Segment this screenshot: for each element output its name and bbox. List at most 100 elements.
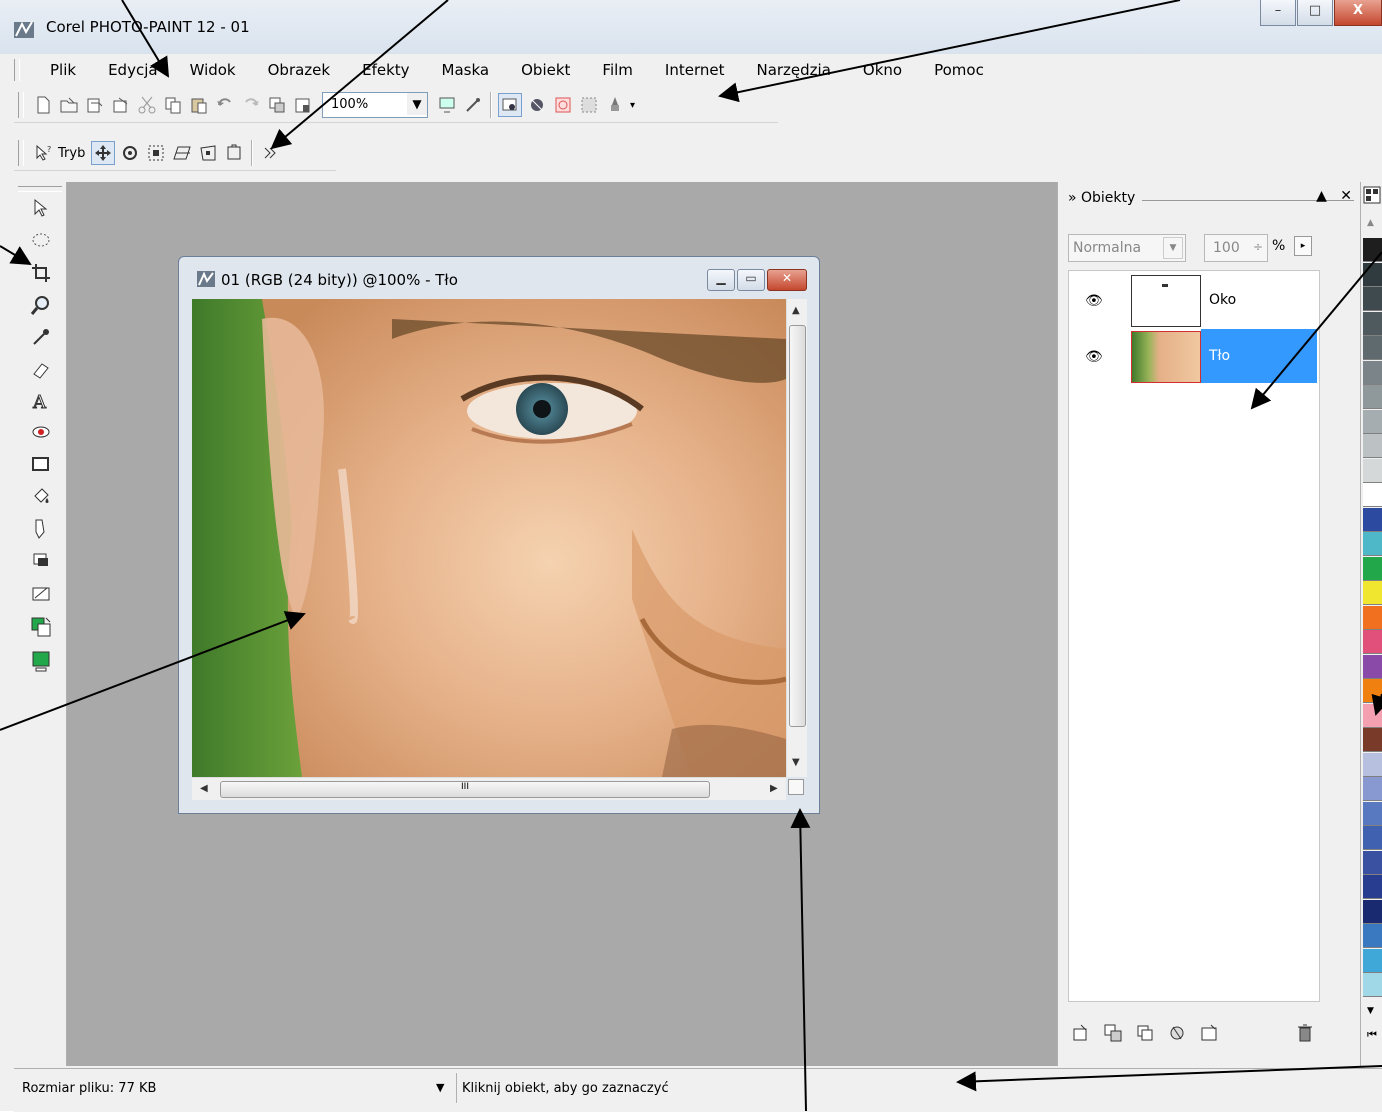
rotate-mode-icon[interactable] bbox=[119, 142, 141, 164]
color-swatch[interactable] bbox=[1363, 948, 1382, 973]
color-swatch[interactable] bbox=[1363, 336, 1382, 360]
new-object-icon[interactable] bbox=[1070, 1022, 1092, 1044]
color-swatch[interactable] bbox=[1363, 605, 1382, 630]
horizontal-scrollbar[interactable]: ◀ III ▶ bbox=[192, 777, 786, 800]
effect-tool-icon[interactable] bbox=[28, 548, 54, 574]
color-swatch[interactable] bbox=[1363, 238, 1382, 262]
chevron-down-icon[interactable]: ▼ bbox=[1163, 237, 1183, 259]
menu-narzedzia[interactable]: Narzędzia bbox=[740, 56, 846, 84]
opacity-flyout-button[interactable]: ▸ bbox=[1294, 236, 1312, 256]
skew-mode-icon[interactable] bbox=[171, 142, 193, 164]
mask-overlay-icon[interactable] bbox=[526, 94, 548, 116]
doc-maximize-button[interactable]: ▭ bbox=[737, 269, 765, 291]
palette-options-icon[interactable] bbox=[1363, 186, 1381, 204]
color-swatch[interactable] bbox=[1363, 752, 1382, 777]
menu-plik[interactable]: Plik bbox=[34, 56, 92, 84]
menu-pomoc[interactable]: Pomoc bbox=[918, 56, 1000, 84]
red-eye-tool-icon[interactable] bbox=[28, 420, 54, 446]
image-canvas[interactable] bbox=[192, 299, 786, 777]
menubar-grip[interactable] bbox=[14, 59, 20, 81]
blend-mode-select[interactable]: Normalna ▼ bbox=[1068, 234, 1186, 262]
maximize-button[interactable]: □ bbox=[1297, 0, 1333, 26]
fill-tool-icon[interactable] bbox=[28, 484, 54, 510]
navigator-button[interactable] bbox=[788, 779, 804, 795]
copy-to-file-icon[interactable] bbox=[266, 94, 288, 116]
paste-icon[interactable] bbox=[188, 94, 210, 116]
color-swatch[interactable] bbox=[1363, 679, 1382, 703]
menu-widok[interactable]: Widok bbox=[174, 56, 252, 84]
rectangle-tool-icon[interactable] bbox=[28, 452, 54, 478]
pick-help-icon[interactable]: ? bbox=[32, 142, 54, 164]
eyedropper-tool-icon[interactable] bbox=[28, 324, 54, 350]
move-mode-icon[interactable] bbox=[91, 141, 116, 165]
full-screen-preview-icon[interactable] bbox=[436, 94, 458, 116]
vertical-scroll-thumb[interactable] bbox=[789, 325, 806, 727]
import-icon[interactable] bbox=[84, 94, 106, 116]
document-window[interactable]: 01 (RGB (24 bity)) @100% - Tło ▁ ▭ ✕ ▲ ▼… bbox=[178, 256, 820, 814]
mask-visible-icon[interactable] bbox=[552, 94, 574, 116]
paint-tool-icon[interactable] bbox=[28, 516, 54, 542]
new-document-icon[interactable] bbox=[32, 94, 54, 116]
vertical-scrollbar[interactable]: ▲ ▼ bbox=[786, 299, 807, 777]
color-swatch[interactable] bbox=[1363, 311, 1382, 336]
toolbar-grip[interactable] bbox=[18, 92, 24, 118]
color-swatch[interactable] bbox=[1363, 262, 1382, 287]
scale-mode-icon[interactable] bbox=[145, 142, 167, 164]
menu-edycja[interactable]: Edycja bbox=[92, 56, 173, 84]
menu-obiekt[interactable]: Obiekt bbox=[505, 56, 586, 84]
color-swatch[interactable] bbox=[1363, 850, 1382, 875]
close-icon[interactable]: ✕ bbox=[1340, 188, 1352, 204]
eye-icon[interactable]: 👁 bbox=[1085, 349, 1103, 365]
color-swatch[interactable] bbox=[1363, 630, 1382, 654]
paste-as-document-icon[interactable] bbox=[292, 94, 314, 116]
eye-icon[interactable]: 👁 bbox=[1085, 293, 1103, 309]
color-swatch[interactable] bbox=[1363, 556, 1382, 581]
crop-tool-icon[interactable] bbox=[28, 260, 54, 286]
color-swatch[interactable] bbox=[1363, 875, 1382, 899]
minimize-button[interactable]: – bbox=[1260, 0, 1296, 26]
object-marquee-icon[interactable] bbox=[498, 93, 522, 117]
color-swatch[interactable] bbox=[1363, 287, 1382, 311]
color-swap-icon[interactable] bbox=[28, 614, 54, 640]
opacity-input[interactable]: 100 ÷ bbox=[1204, 234, 1268, 262]
menu-okno[interactable]: Okno bbox=[847, 56, 918, 84]
distort-mode-icon[interactable] bbox=[197, 142, 219, 164]
undo-icon[interactable] bbox=[214, 94, 236, 116]
color-swatch[interactable] bbox=[1363, 973, 1382, 997]
perspective-mode-icon[interactable] bbox=[223, 142, 245, 164]
palette-scroll-down-icon[interactable]: ▼ bbox=[1367, 1006, 1374, 1016]
color-swatch[interactable] bbox=[1363, 777, 1382, 801]
combine-icon[interactable] bbox=[1134, 1022, 1156, 1044]
scroll-down-icon[interactable]: ▼ bbox=[792, 757, 800, 768]
doc-close-button[interactable]: ✕ bbox=[767, 269, 807, 291]
scroll-left-icon[interactable]: ◀ bbox=[200, 783, 208, 794]
color-swatch[interactable] bbox=[1363, 483, 1382, 507]
color-swatch[interactable] bbox=[1363, 654, 1382, 679]
menu-film[interactable]: Film bbox=[586, 56, 648, 84]
toolbox-grip[interactable] bbox=[18, 186, 62, 192]
color-swatch[interactable] bbox=[1363, 899, 1382, 924]
color-swatch[interactable] bbox=[1363, 581, 1382, 605]
redo-icon[interactable] bbox=[240, 94, 262, 116]
collapse-icon[interactable]: ▲ bbox=[1316, 188, 1327, 204]
status-dropdown-icon[interactable]: ▼ bbox=[436, 1081, 444, 1094]
menu-obrazek[interactable]: Obrazek bbox=[252, 56, 346, 84]
object-row-tlo[interactable]: 👁 Tło bbox=[1069, 329, 1319, 385]
open-icon[interactable] bbox=[58, 94, 80, 116]
color-swatch[interactable] bbox=[1363, 409, 1382, 434]
menu-internet[interactable]: Internet bbox=[649, 56, 741, 84]
color-swatch[interactable] bbox=[1363, 728, 1382, 752]
text-tool-icon[interactable]: A bbox=[28, 388, 54, 414]
close-button[interactable]: X bbox=[1334, 0, 1382, 26]
color-swatch[interactable] bbox=[1363, 360, 1382, 385]
color-swatch[interactable] bbox=[1363, 532, 1382, 556]
color-swatch[interactable] bbox=[1363, 703, 1382, 728]
menu-maska[interactable]: Maska bbox=[426, 56, 506, 84]
fill-color-icon[interactable] bbox=[28, 648, 54, 674]
palette-scroll-up-icon[interactable]: ▲ bbox=[1367, 218, 1374, 228]
color-swatch[interactable] bbox=[1363, 507, 1382, 532]
pick-tool-icon[interactable] bbox=[28, 196, 54, 222]
color-swatch[interactable] bbox=[1363, 924, 1382, 948]
launch-dropdown-icon[interactable]: ▾ bbox=[630, 100, 635, 111]
menu-efekty[interactable]: Efekty bbox=[346, 56, 425, 84]
